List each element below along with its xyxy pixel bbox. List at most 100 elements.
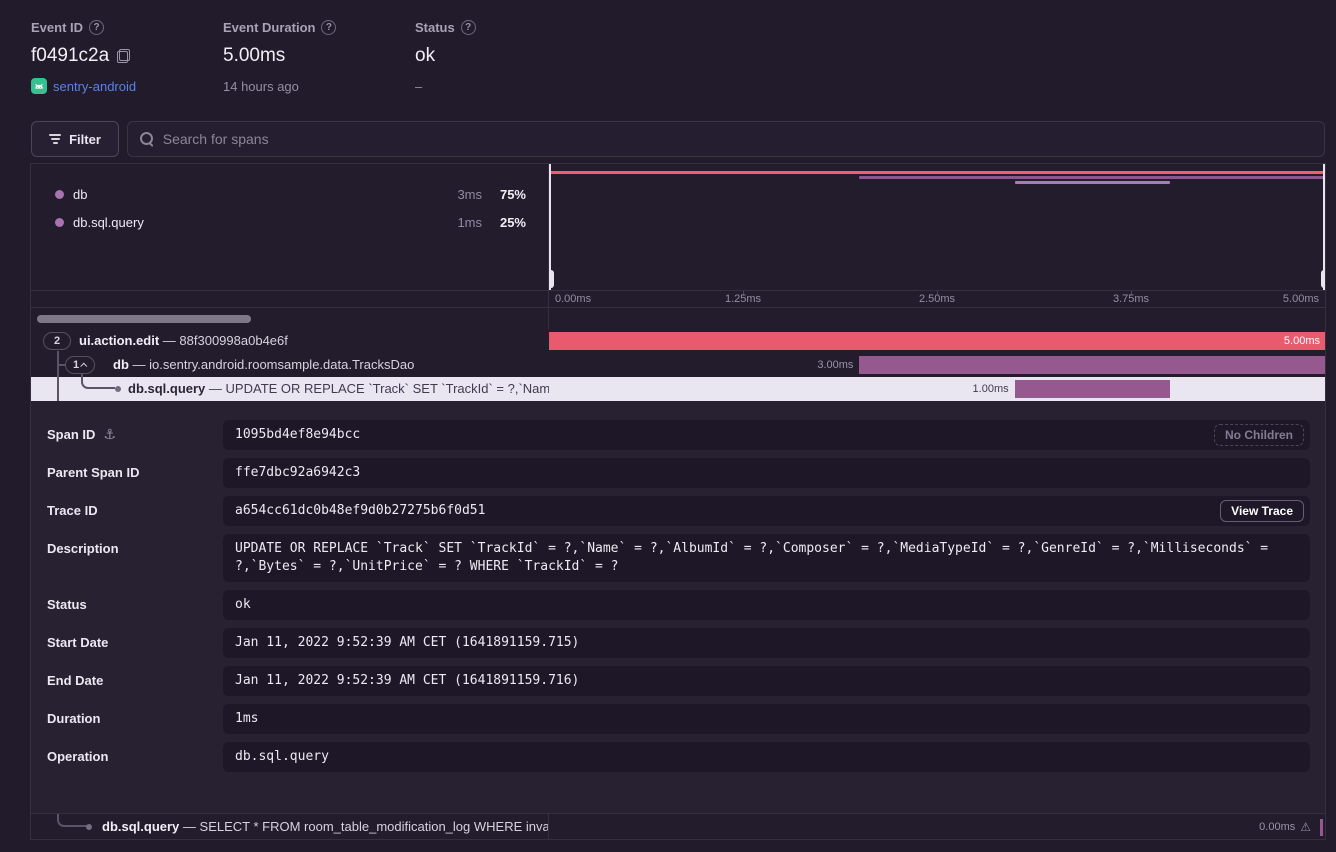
detail-row-span-id: Span ID ⚓ 1095bd4ef8e94bcc No Children: [47, 420, 1310, 450]
anchor-icon[interactable]: ⚓: [103, 420, 116, 450]
view-trace-button[interactable]: View Trace: [1220, 500, 1304, 522]
detail-row-description: Description UPDATE OR REPLACE `Track` SE…: [47, 534, 1310, 582]
status-label: Status: [415, 20, 455, 35]
event-id-value: f0491c2a: [31, 45, 109, 67]
legend-duration: 3ms: [438, 187, 482, 202]
operation-value: db.sql.query: [223, 742, 1310, 772]
legend-item-db[interactable]: db 3ms 75%: [31, 180, 548, 208]
span-id-value: 1095bd4ef8e94bcc: [223, 420, 1310, 450]
start-date-label: Start Date: [47, 628, 108, 658]
filter-button[interactable]: Filter: [31, 121, 119, 157]
filter-icon: [49, 134, 61, 144]
end-date-label: End Date: [47, 666, 103, 696]
event-duration-column: Event Duration ? 5.00ms 14 hours ago: [223, 18, 415, 95]
axis-tick: 3.75ms: [1113, 293, 1149, 305]
trace-panel: db 3ms 75% db.sql.query 1ms 25%: [30, 163, 1326, 840]
duration-value: 1ms: [223, 704, 1310, 734]
help-icon[interactable]: ?: [89, 20, 104, 35]
duration-label: Duration: [47, 704, 100, 734]
legend-op: db: [73, 187, 438, 202]
event-id-value-row: f0491c2a: [31, 44, 223, 68]
detail-row-parent-span-id: Parent Span ID ffe7dbc92a6942c3: [47, 458, 1310, 488]
detail-row-trace-id: Trace ID a654cc61dc0b48ef9d0b27275b6f0d5…: [47, 496, 1310, 526]
search-input[interactable]: [163, 131, 1312, 147]
project-link[interactable]: sentry-android: [53, 79, 136, 94]
legend-dot-icon: [55, 190, 64, 199]
separator: —: [163, 333, 176, 348]
operation-label: Operation: [47, 742, 108, 772]
description-value: UPDATE OR REPLACE `Track` SET `TrackId` …: [223, 534, 1310, 582]
span-bullet-icon: [115, 386, 121, 392]
span-op: db.sql.query: [102, 819, 179, 834]
span-id-label: Span ID: [47, 420, 95, 450]
minimap-span-line: [549, 171, 1325, 174]
span-bullet-icon: [86, 824, 92, 830]
chevron-up-icon: [80, 362, 87, 369]
help-icon[interactable]: ?: [461, 20, 476, 35]
span-details-panel: Span ID ⚓ 1095bd4ef8e94bcc No Children P…: [31, 401, 1325, 813]
status-row-label: Status: [47, 590, 87, 620]
span-row-db[interactable]: 1 db — io.sentry.android.roomsample.data…: [31, 353, 1325, 377]
span-bar[interactable]: 5.00ms: [549, 332, 1325, 350]
span-description: io.sentry.android.roomsample.data.Tracks…: [149, 357, 414, 372]
span-op: db: [113, 357, 129, 372]
span-bar: [1320, 819, 1323, 836]
status-sub: –: [415, 79, 422, 94]
tree-connector: [57, 351, 59, 401]
description-label: Description: [47, 534, 119, 564]
parent-span-id-value: ffe7dbc92a6942c3: [223, 458, 1310, 488]
separator: —: [209, 381, 222, 396]
status-column: Status ? ok –: [415, 18, 476, 95]
minimap-span-line: [859, 176, 1325, 179]
span-duration: 1.00ms: [549, 377, 1009, 401]
span-search: [127, 121, 1325, 157]
span-collapse-badge[interactable]: 1: [65, 356, 95, 374]
legend-item-db-sql-query[interactable]: db.sql.query 1ms 25%: [31, 208, 548, 236]
span-duration: 3.00ms: [549, 353, 853, 377]
span-bar[interactable]: [1015, 380, 1170, 398]
event-duration-value: 5.00ms: [223, 45, 285, 67]
start-date-value: Jan 11, 2022 9:52:39 AM CET (1641891159.…: [223, 628, 1310, 658]
tree-connector: [57, 814, 88, 827]
toolbar: Filter: [31, 121, 1325, 157]
legend-op: db.sql.query: [73, 215, 438, 230]
trace-minimap[interactable]: [549, 164, 1325, 290]
span-bar[interactable]: [859, 356, 1325, 374]
separator: —: [183, 819, 196, 834]
status-row-value: ok: [223, 590, 1310, 620]
span-row-ui-action-edit[interactable]: 2 ui.action.edit — 88f300998a0b4e6f 5.00…: [31, 329, 1325, 353]
span-children-badge[interactable]: 2: [43, 332, 71, 350]
copy-icon[interactable]: [117, 49, 130, 63]
span-op: ui.action.edit: [79, 333, 159, 348]
no-children-button[interactable]: No Children: [1214, 424, 1304, 446]
warning-icon: ⚠: [1300, 820, 1311, 834]
detail-row-end-date: End Date Jan 11, 2022 9:52:39 AM CET (16…: [47, 666, 1310, 696]
end-date-value: Jan 11, 2022 9:52:39 AM CET (1641891159.…: [223, 666, 1310, 696]
scrollbar-row: [31, 307, 1325, 329]
span-description: SELECT * FROM room_table_modification_lo…: [200, 819, 549, 834]
axis-tick: 5.00ms: [1283, 293, 1319, 305]
span-op: db.sql.query: [128, 381, 205, 396]
span-description: UPDATE OR REPLACE `Track` SET `TrackId` …: [226, 381, 549, 396]
minimap-left-handle[interactable]: [549, 164, 551, 290]
minimap-right-handle[interactable]: [1323, 164, 1325, 290]
span-row-db-sql-query-selected[interactable]: db.sql.query — UPDATE OR REPLACE `Track`…: [31, 377, 1325, 401]
time-axis-row: 0.00ms 1.25ms 2.50ms 3.75ms 5.00ms: [31, 290, 1325, 307]
axis-tick: 0.00ms: [555, 293, 591, 305]
span-description: 88f300998a0b4e6f: [179, 333, 287, 348]
minimap-section: db 3ms 75% db.sql.query 1ms 25%: [31, 164, 1325, 290]
detail-row-duration: Duration 1ms: [47, 704, 1310, 734]
help-icon[interactable]: ?: [321, 20, 336, 35]
trace-id-value: a654cc61dc0b48ef9d0b27275b6f0d51: [223, 496, 1310, 526]
filter-button-label: Filter: [69, 132, 101, 147]
ops-breakdown: db 3ms 75% db.sql.query 1ms 25%: [31, 164, 549, 290]
event-duration-label: Event Duration: [223, 20, 315, 35]
search-icon: [140, 132, 154, 146]
span-waterfall: 2 ui.action.edit — 88f300998a0b4e6f 5.00…: [31, 329, 1325, 401]
span-row-select-query[interactable]: db.sql.query — SELECT * FROM room_table_…: [31, 813, 1325, 840]
trace-id-label: Trace ID: [47, 496, 98, 526]
separator: —: [133, 357, 146, 372]
horizontal-scrollbar[interactable]: [37, 315, 251, 323]
detail-row-status: Status ok: [47, 590, 1310, 620]
minimap-span-line: [1015, 181, 1170, 184]
